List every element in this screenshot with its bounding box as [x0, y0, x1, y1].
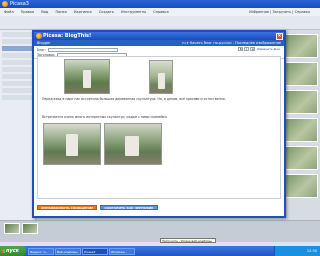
post-photo: [64, 59, 110, 94]
blogger-brand: Blogger: [37, 41, 51, 45]
menu-picture[interactable]: Картинка: [74, 10, 92, 14]
folder-sidebar: [0, 30, 36, 220]
blog-select[interactable]: [47, 47, 118, 52]
blogthis-dialog: Picasa: BlogThis! × Blogger ru ▾ Начать …: [32, 30, 286, 218]
dialog-title: Picasa: BlogThis!: [43, 33, 92, 39]
publish-button[interactable]: ОПУБЛИКОВАТЬ СООБЩЕНИЕ: [37, 205, 98, 210]
save-draft-button[interactable]: СОХРАНИТЬ КАК ЧЕРНОВИК: [100, 205, 158, 210]
post-photo: [43, 123, 101, 165]
align-button[interactable]: ≡: [250, 47, 256, 51]
start-button[interactable]: пуск: [0, 246, 26, 256]
sidebar-item[interactable]: [2, 88, 33, 93]
menu-view[interactable]: Вид: [41, 10, 48, 14]
bold-button[interactable]: B: [238, 47, 244, 51]
main-titlebar: Picasa3: [0, 0, 320, 8]
task-button-active[interactable]: Picasa3: [82, 247, 108, 255]
sidebar-item[interactable]: [2, 95, 33, 100]
menu-file[interactable]: Файл: [4, 10, 14, 14]
start-label: пуск: [6, 248, 20, 254]
post-caption: Встречается очень много интересных скуль…: [42, 115, 168, 119]
blog-label: Блог:: [37, 47, 46, 52]
post-photo: [104, 123, 162, 165]
format-toolbar: B I ≡ Изменить фон: [238, 47, 280, 51]
post-caption: Перед вход в парк нас встретила большая …: [42, 97, 226, 101]
task-button[interactable]: Windows...: [109, 247, 135, 255]
task-list: Яндекс: Ч... Веб-альбомы Picasa3 Windows…: [28, 247, 135, 255]
tooltip: Загрузить - Picasa веб-альбомы: [160, 238, 216, 243]
header-links[interactable]: ru ▾ Начать блог по-русски : Последнее и…: [182, 40, 281, 46]
task-button[interactable]: Яндекс: Ч...: [28, 247, 54, 255]
statue-shape: [66, 134, 78, 156]
sidebar-item[interactable]: [2, 81, 33, 86]
main-toolbar: [0, 16, 320, 30]
dialog-footer: ОПУБЛИКОВАТЬ СООБЩЕНИЕ СОХРАНИТЬ КАК ЧЕР…: [37, 205, 158, 210]
main-menubar: Файл Правка Вид Папка Картинка Создать И…: [0, 8, 320, 16]
statue-shape: [125, 136, 139, 156]
dialog-titlebar: Picasa: BlogThis! ×: [34, 32, 284, 40]
sidebar-item[interactable]: [2, 53, 33, 58]
statue-shape: [158, 73, 165, 89]
sidebar-item[interactable]: [2, 60, 33, 65]
sidebar-item[interactable]: [2, 39, 33, 44]
picasa-logo-icon: [36, 33, 42, 39]
tray-thumbnail[interactable]: [4, 223, 20, 234]
sidebar-item[interactable]: [2, 32, 33, 37]
sidebar-item-selected[interactable]: [2, 46, 33, 51]
menu-folder[interactable]: Папка: [55, 10, 66, 14]
italic-button[interactable]: I: [244, 47, 250, 51]
close-button[interactable]: ×: [276, 32, 283, 40]
menu-edit[interactable]: Правка: [21, 10, 34, 14]
menu-right-links[interactable]: Избранное | Загрузить | Справка: [249, 8, 310, 16]
main-window-title: Picasa3: [10, 1, 29, 7]
post-photo: [149, 60, 173, 94]
menu-help[interactable]: Справка: [153, 10, 168, 14]
task-button[interactable]: Веб-альбомы: [55, 247, 81, 255]
blogger-header: Blogger ru ▾ Начать блог по-русски : Пос…: [34, 40, 284, 46]
tray-thumbnail[interactable]: [22, 223, 38, 234]
sidebar-item[interactable]: [2, 74, 33, 79]
layout-link[interactable]: Изменить фон: [257, 47, 280, 51]
sidebar-item[interactable]: [2, 67, 33, 72]
picasa-logo-icon: [2, 1, 8, 7]
windows-logo-icon: [1, 248, 5, 253]
menu-tools[interactable]: Инструменты: [121, 10, 146, 14]
taskbar: пуск Яндекс: Ч... Веб-альбомы Picasa3 Wi…: [0, 246, 320, 256]
system-tray: 12:30: [274, 246, 320, 256]
post-editor[interactable]: Перед вход в парк нас встретила большая …: [37, 56, 281, 199]
statue-shape: [83, 70, 91, 88]
menu-create[interactable]: Создать: [99, 10, 114, 14]
clock: 12:30: [306, 249, 317, 253]
